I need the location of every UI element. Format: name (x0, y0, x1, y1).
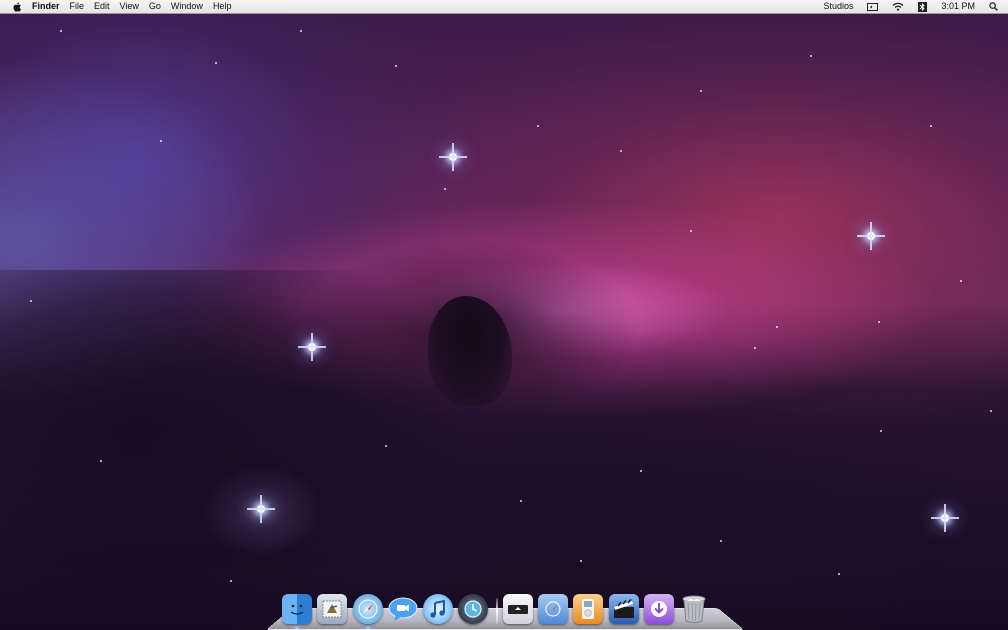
star (160, 140, 162, 142)
star (776, 326, 778, 328)
menu-bar: Finder File Edit View Go Window Help Stu… (0, 0, 1008, 14)
menu-go[interactable]: Go (149, 0, 161, 13)
wifi-icon[interactable] (892, 2, 904, 11)
star (960, 280, 962, 282)
star (385, 445, 387, 447)
bright-star (439, 143, 467, 171)
star (700, 90, 702, 92)
star (100, 460, 102, 462)
ipod-icon[interactable] (573, 594, 604, 624)
ichat-icon[interactable] (388, 594, 418, 624)
trash-icon[interactable] (679, 594, 709, 624)
star (620, 150, 622, 152)
apple-logo-icon[interactable] (12, 1, 22, 12)
star (990, 410, 992, 412)
star (754, 347, 756, 349)
utilities-stack-icon[interactable] (538, 594, 569, 624)
menu-edit[interactable]: Edit (94, 0, 110, 13)
menu-window[interactable]: Window (171, 0, 203, 13)
star (230, 580, 232, 582)
user-menu[interactable]: Studios (823, 0, 853, 13)
dock (282, 584, 715, 630)
star (60, 30, 62, 32)
star (880, 430, 882, 432)
bright-star (298, 333, 326, 361)
menu-help[interactable]: Help (213, 0, 232, 13)
menu-view[interactable]: View (120, 0, 139, 13)
dock-separator (495, 598, 498, 624)
spotlight-search-icon[interactable] (989, 2, 998, 11)
itunes-icon[interactable] (423, 594, 454, 624)
volume-icon[interactable] (867, 2, 879, 11)
star (444, 188, 446, 190)
bluetooth-icon[interactable] (918, 1, 928, 12)
clock[interactable]: 3:01 PM (941, 0, 975, 13)
star (215, 62, 217, 64)
star (520, 500, 522, 502)
applications-stack-icon[interactable] (502, 594, 533, 624)
bright-star (931, 504, 959, 532)
star (580, 560, 582, 562)
star (690, 230, 692, 232)
star (640, 470, 642, 472)
star (810, 55, 812, 57)
safari-icon[interactable] (352, 594, 383, 630)
movies-stack-icon[interactable] (608, 594, 639, 624)
desktop-wallpaper: Finder File Edit View Go Window Help Stu… (0, 0, 1008, 630)
star (395, 65, 397, 67)
bright-star (247, 495, 275, 523)
star (838, 573, 840, 575)
finder-icon[interactable] (282, 594, 312, 630)
star (720, 540, 722, 542)
star (30, 300, 32, 302)
downloads-stack-icon[interactable] (643, 594, 674, 624)
bright-star (857, 222, 885, 250)
menu-file[interactable]: File (70, 0, 85, 13)
menu-app-name[interactable]: Finder (32, 0, 60, 13)
horsehead-silhouette (428, 296, 512, 406)
star (930, 125, 932, 127)
menu-extras: Studios 3:01 PM (809, 0, 998, 13)
star (537, 125, 539, 127)
time-machine-icon[interactable] (458, 594, 489, 624)
star (300, 30, 302, 32)
mail-icon[interactable] (317, 594, 348, 624)
star (878, 321, 880, 323)
